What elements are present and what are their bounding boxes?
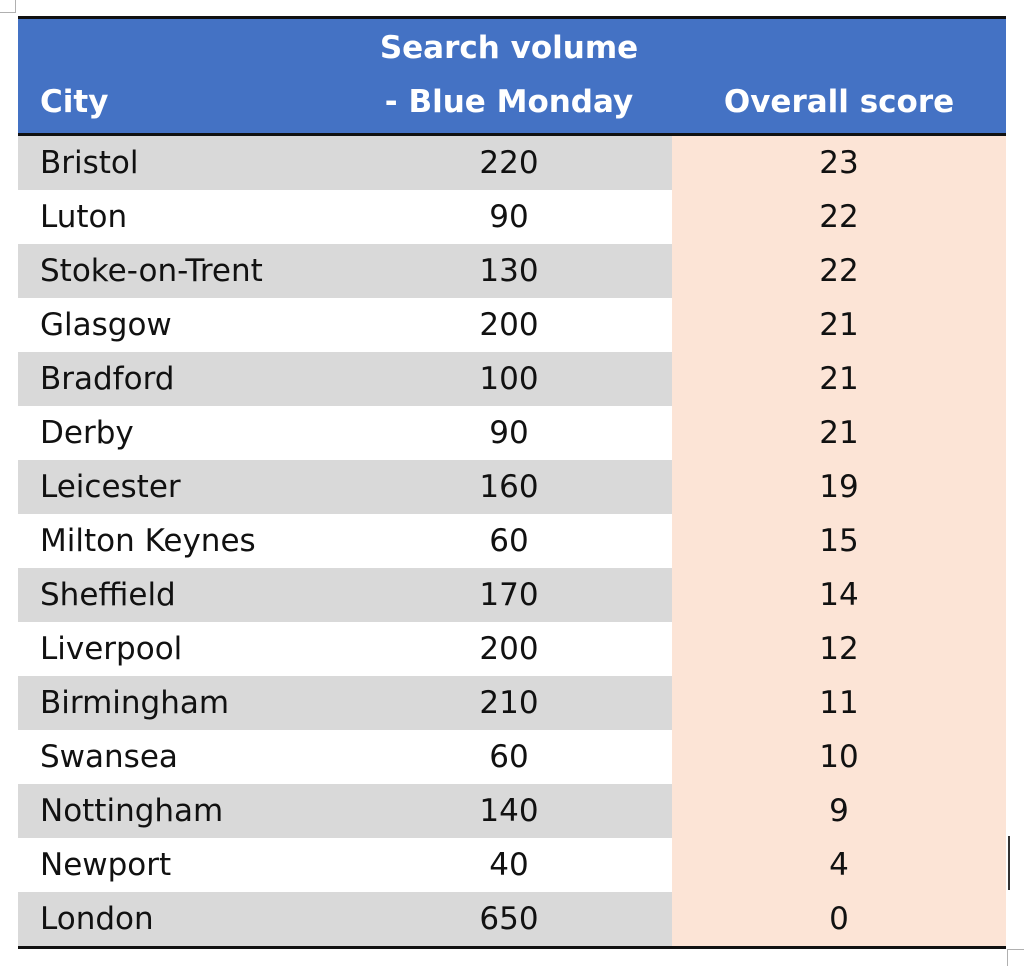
search-volume-cell: 170 (346, 568, 672, 622)
city-cell: Leicester (18, 460, 346, 514)
table-row: Leicester 160 19 (18, 460, 1006, 514)
search-volume-cell: 140 (346, 784, 672, 838)
table-row: Glasgow 200 21 (18, 298, 1006, 352)
overall-score-cell: 0 (672, 892, 1006, 948)
city-cell: Swansea (18, 730, 346, 784)
city-cell: Bradford (18, 352, 346, 406)
table-row: Nottingham 140 9 (18, 784, 1006, 838)
table-row: Luton 90 22 (18, 190, 1006, 244)
header-search-volume-line2: - Blue Monday (384, 84, 634, 120)
table-row: Milton Keynes 60 15 (18, 514, 1006, 568)
search-volume-cell: 650 (346, 892, 672, 948)
header-row: City Search volume - Blue Monday Overall… (18, 17, 1006, 136)
city-cell: Bristol (18, 134, 346, 190)
city-cell: Milton Keynes (18, 514, 346, 568)
text-cursor (1008, 836, 1010, 890)
city-cell: London (18, 892, 346, 948)
city-scores-table: City Search volume - Blue Monday Overall… (18, 16, 1006, 949)
search-volume-cell: 100 (346, 352, 672, 406)
overall-score-cell: 21 (672, 352, 1006, 406)
city-cell: Liverpool (18, 622, 346, 676)
overall-score-cell: 21 (672, 298, 1006, 352)
table-row: London 650 0 (18, 892, 1006, 948)
overall-score-cell: 12 (672, 622, 1006, 676)
overall-score-cell: 23 (672, 134, 1006, 190)
search-volume-cell: 200 (346, 298, 672, 352)
city-cell: Stoke-on-Trent (18, 244, 346, 298)
city-cell: Sheffield (18, 568, 346, 622)
city-cell: Derby (18, 406, 346, 460)
table-row: Liverpool 200 12 (18, 622, 1006, 676)
overall-score-cell: 15 (672, 514, 1006, 568)
header-city: City (18, 17, 346, 136)
overall-score-cell: 22 (672, 244, 1006, 298)
city-cell: Birmingham (18, 676, 346, 730)
table-row: Newport 40 4 (18, 838, 1006, 892)
search-volume-cell: 60 (346, 730, 672, 784)
table-row: Swansea 60 10 (18, 730, 1006, 784)
selection-corner-mark (0, 0, 16, 13)
table-row: Bradford 100 21 (18, 352, 1006, 406)
header-search-volume: Search volume - Blue Monday (346, 17, 672, 136)
table-row: Stoke-on-Trent 130 22 (18, 244, 1006, 298)
city-cell: Glasgow (18, 298, 346, 352)
search-volume-cell: 90 (346, 190, 672, 244)
overall-score-cell: 9 (672, 784, 1006, 838)
search-volume-cell: 200 (346, 622, 672, 676)
search-volume-cell: 60 (346, 514, 672, 568)
search-volume-cell: 90 (346, 406, 672, 460)
search-volume-cell: 130 (346, 244, 672, 298)
overall-score-cell: 4 (672, 838, 1006, 892)
overall-score-cell: 21 (672, 406, 1006, 460)
city-cell: Newport (18, 838, 346, 892)
search-volume-cell: 160 (346, 460, 672, 514)
table-row: Sheffield 170 14 (18, 568, 1006, 622)
header-overall-score: Overall score (672, 17, 1006, 136)
city-cell: Nottingham (18, 784, 346, 838)
overall-score-cell: 10 (672, 730, 1006, 784)
table-header: City Search volume - Blue Monday Overall… (18, 17, 1006, 136)
selection-corner-mark (1007, 949, 1024, 966)
header-search-volume-line1: Search volume (379, 30, 639, 66)
table-row: Bristol 220 23 (18, 134, 1006, 190)
overall-score-cell: 14 (672, 568, 1006, 622)
table-row: Birmingham 210 11 (18, 676, 1006, 730)
search-volume-cell: 40 (346, 838, 672, 892)
overall-score-cell: 11 (672, 676, 1006, 730)
table-row: Derby 90 21 (18, 406, 1006, 460)
table-body: Bristol 220 23 Luton 90 22 Stoke-on-Trent 130 22… (18, 134, 1006, 948)
overall-score-cell: 22 (672, 190, 1006, 244)
overall-score-cell: 19 (672, 460, 1006, 514)
search-volume-cell: 220 (346, 134, 672, 190)
city-cell: Luton (18, 190, 346, 244)
search-volume-cell: 210 (346, 676, 672, 730)
